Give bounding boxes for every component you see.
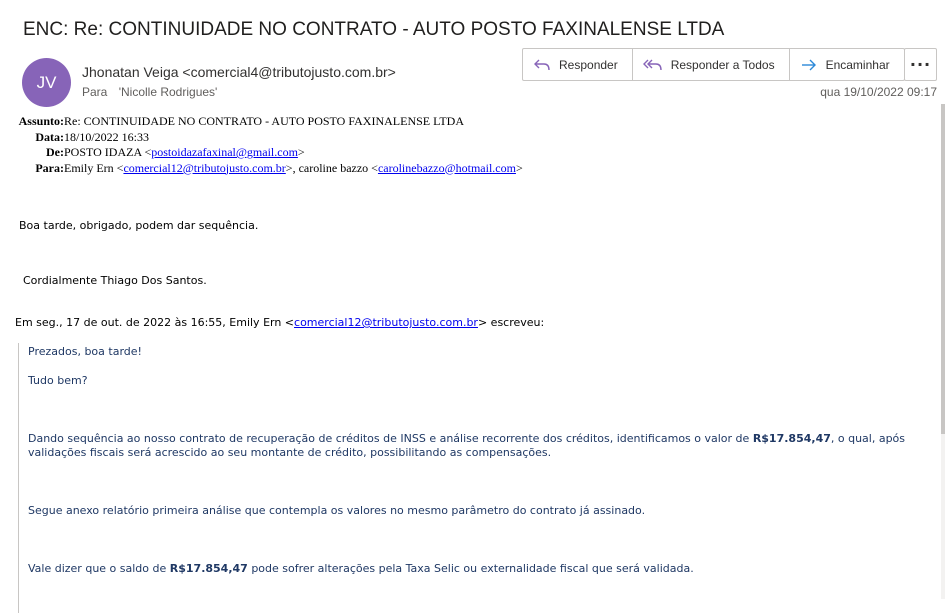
quote-p5-post: pode sofrer alterações pela Taxa Selic o… xyxy=(247,562,694,575)
sender-name[interactable]: Jhonatan Veiga <comercial4@tributojusto.… xyxy=(82,64,396,80)
de-name: POSTO IDAZA < xyxy=(64,145,152,159)
quote-question: Tudo bem? xyxy=(28,374,88,387)
to-email-link-2[interactable]: carolinebazzo@hotmail.com xyxy=(378,161,516,175)
reply-icon xyxy=(534,59,550,70)
para-sep: >, caroline bazzo < xyxy=(285,160,378,175)
quote-p5-pre: Vale dizer que o saldo de xyxy=(28,562,170,575)
header-row-to: Para:Emily Ern <comercial12@tributojusto… xyxy=(15,160,523,177)
quote-greeting: Prezados, boa tarde! xyxy=(28,345,142,358)
quote-paragraph-1: Dando sequência ao nosso contrato de rec… xyxy=(28,432,905,460)
to-email-link-1[interactable]: comercial12@tributojusto.com.br xyxy=(123,161,285,175)
reply-button[interactable]: Responder xyxy=(523,49,633,80)
quote-paragraph-2: Segue anexo relatório primeira análise q… xyxy=(28,504,646,517)
de-label: De: xyxy=(46,145,64,159)
reply-all-button[interactable]: Responder a Todos xyxy=(633,49,790,80)
assunto-label: Assunto: xyxy=(18,114,64,128)
recipient-line: Para 'Nicolle Rodrigues' xyxy=(82,85,217,99)
header-row-date: Data:18/10/2022 16:33 xyxy=(15,130,523,146)
quote-intro-post: > escreveu: xyxy=(477,316,545,329)
data-value: 18/10/2022 16:33 xyxy=(64,129,150,144)
para-close: > xyxy=(515,160,523,175)
more-actions-button[interactable]: ··· xyxy=(904,48,937,81)
quote-intro-pre: Em seg., 17 de out. de 2022 às 16:55, Em… xyxy=(15,316,295,329)
quote-p3-line2: validações fiscais será acrescido ao seu… xyxy=(28,446,552,459)
header-row-subject: Assunto:Re: CONTINUIDADE NO CONTRATO - A… xyxy=(15,114,523,130)
forward-button[interactable]: Encaminhar xyxy=(790,49,904,80)
assunto-value: Re: CONTINUIDADE NO CONTRATO - AUTO POST… xyxy=(64,114,465,128)
forward-label: Encaminhar xyxy=(825,57,890,72)
quote-paragraph-3: Vale dizer que o saldo de R$17.854,47 po… xyxy=(28,562,694,576)
body-line-thanks: Boa tarde, obrigado, podem dar sequência… xyxy=(19,219,259,232)
body-line-signature: Cordialmente Thiago Dos Santos. xyxy=(23,274,207,287)
email-subject: ENC: Re: CONTINUIDADE NO CONTRATO - AUTO… xyxy=(23,19,725,40)
reply-all-icon xyxy=(642,59,662,70)
quote-p3-post: , o qual, após xyxy=(830,432,906,445)
header-row-from: De:POSTO IDAZA <postoidazafaxinal@gmail.… xyxy=(15,145,523,161)
recipient-name[interactable]: 'Nicolle Rodrigues' xyxy=(119,85,218,99)
to-label: Para xyxy=(82,85,108,99)
quote-intro: Em seg., 17 de out. de 2022 às 16:55, Em… xyxy=(15,316,544,329)
received-date: qua 19/10/2022 09:17 xyxy=(820,85,937,99)
reply-label: Responder xyxy=(559,57,618,72)
scrollbar-thumb[interactable] xyxy=(941,104,945,434)
para-name1: Emily Ern < xyxy=(64,160,124,175)
quote-intro-email-link[interactable]: comercial12@tributojusto.com.br xyxy=(294,316,478,329)
message-actions: Responder Responder a Todos Encaminhar xyxy=(522,48,905,81)
de-close: > xyxy=(297,145,305,159)
forwarded-header: Assunto:Re: CONTINUIDADE NO CONTRATO - A… xyxy=(15,114,523,176)
quote-p3-pre: Dando sequência ao nosso contrato de rec… xyxy=(28,432,753,445)
reply-all-label: Responder a Todos xyxy=(670,57,775,72)
quote-p5-amount: R$17.854,47 xyxy=(169,562,248,575)
from-email-link[interactable]: postoidazafaxinal@gmail.com xyxy=(151,145,298,159)
forward-icon xyxy=(801,59,816,70)
para-label: Para: xyxy=(35,160,64,175)
avatar[interactable]: JV xyxy=(22,58,71,107)
quote-p3-amount: R$17.854,47 xyxy=(752,432,831,445)
data-label: Data: xyxy=(35,129,64,144)
